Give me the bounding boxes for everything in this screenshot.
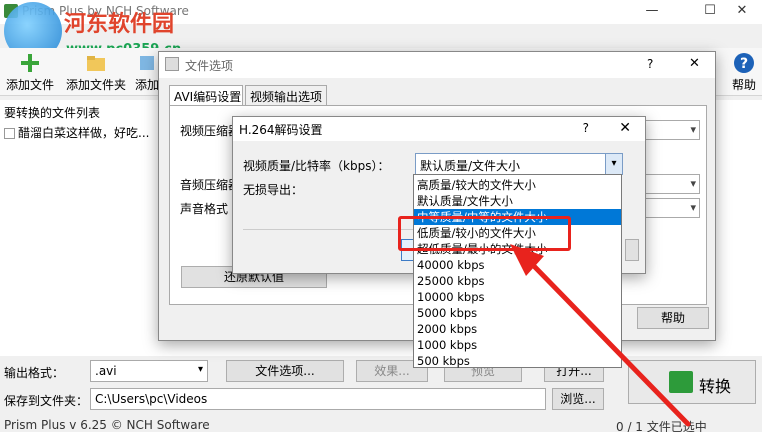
annotation-arrow-icon: [510, 244, 691, 427]
